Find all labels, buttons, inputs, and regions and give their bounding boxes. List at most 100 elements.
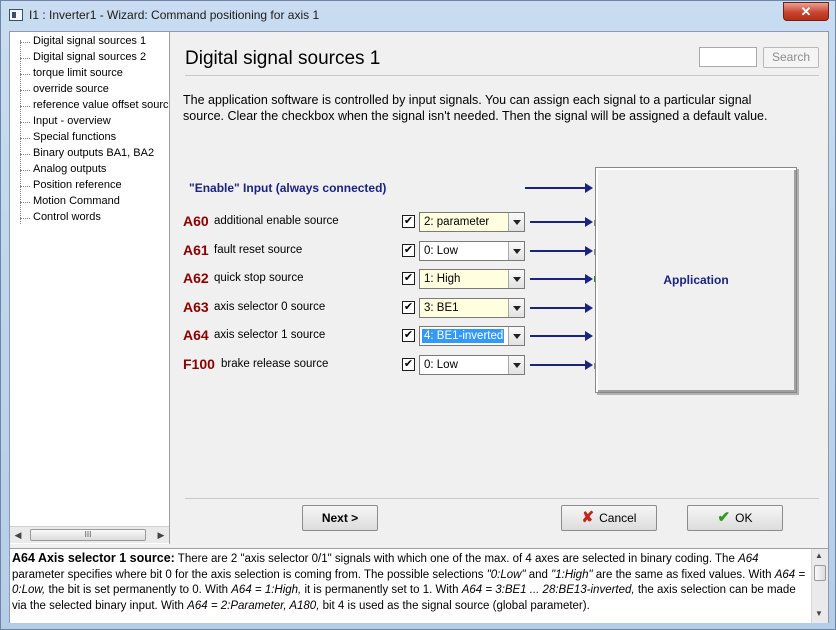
signal-code: A64 bbox=[183, 327, 209, 343]
tree-item-special-functions[interactable]: Special functions bbox=[20, 131, 116, 147]
app-icon bbox=[9, 9, 23, 21]
tree-item-input-overview[interactable]: Input - overview bbox=[20, 115, 111, 131]
scroll-down-icon[interactable]: ▼ bbox=[815, 609, 823, 618]
signal-arrow-head-icon bbox=[585, 217, 593, 227]
signal-source-value: 0: Low bbox=[424, 359, 458, 371]
enable-input-label: "Enable" Input (always connected) bbox=[189, 181, 387, 195]
dialog-client: Digital signal sources 1 Digital signal … bbox=[9, 31, 829, 623]
help-vertical-scrollbar[interactable]: ▲ ▼ bbox=[811, 549, 828, 623]
help-emphasis: "1:High" bbox=[551, 568, 593, 581]
tree-horizontal-scrollbar[interactable]: ◀ III ▶ bbox=[10, 526, 169, 543]
ok-label: OK bbox=[735, 511, 753, 525]
checkmark-icon: ✔ bbox=[717, 509, 731, 526]
close-icon: ✘ bbox=[581, 509, 595, 526]
search-button[interactable]: Search bbox=[763, 47, 819, 68]
help-emphasis: A64 = 2:Parameter, A180, bbox=[187, 599, 320, 612]
signal-code: A60 bbox=[183, 213, 209, 229]
signal-arrow-head-icon bbox=[585, 246, 593, 256]
help-emphasis: A64 bbox=[738, 553, 759, 565]
signal-code: F100 bbox=[183, 356, 215, 372]
help-emphasis: A64 = 1:High, bbox=[231, 584, 302, 596]
signal-enabled-checkbox[interactable]: ✔ bbox=[402, 244, 415, 257]
signal-arrow-line bbox=[530, 307, 586, 309]
signal-source-select[interactable]: 4: BE1-inverted bbox=[419, 326, 525, 346]
help-scroll-thumb[interactable] bbox=[814, 565, 826, 581]
signal-enabled-checkbox[interactable]: ✔ bbox=[402, 272, 415, 285]
signal-source-select[interactable]: 0: Low bbox=[419, 241, 525, 261]
signal-arrow-line bbox=[530, 278, 586, 280]
signal-source-select[interactable]: 3: BE1 bbox=[419, 298, 525, 318]
scroll-thumb[interactable]: III bbox=[30, 529, 146, 541]
signal-enabled-checkbox[interactable]: ✔ bbox=[402, 215, 415, 228]
chevron-down-icon[interactable] bbox=[508, 242, 524, 260]
scroll-up-icon[interactable]: ▲ bbox=[815, 551, 823, 560]
signal-code: A61 bbox=[183, 242, 209, 258]
signal-name: quick stop source bbox=[214, 272, 304, 284]
chevron-down-icon[interactable] bbox=[508, 213, 524, 231]
signal-code: A63 bbox=[183, 299, 209, 315]
cancel-label: Cancel bbox=[599, 511, 637, 525]
ok-button[interactable]: ✔ OK bbox=[687, 505, 783, 531]
title-bar[interactable]: I1 : Inverter1 - Wizard: Command positio… bbox=[1, 1, 835, 29]
chevron-down-icon[interactable] bbox=[508, 299, 524, 317]
application-block: Application bbox=[595, 167, 797, 393]
signal-enabled-checkbox[interactable]: ✔ bbox=[402, 358, 415, 371]
tree-item-digital-signal-sources-1[interactable]: Digital signal sources 1 bbox=[20, 35, 146, 51]
help-segment: There are 2 "axis selector 0/1" signals … bbox=[174, 553, 739, 565]
signal-arrow-head-icon bbox=[585, 331, 593, 341]
chevron-down-icon[interactable] bbox=[508, 270, 524, 288]
page-title: Digital signal sources 1 bbox=[185, 48, 381, 69]
tree-item-position-reference[interactable]: Position reference bbox=[20, 179, 122, 195]
tree-item-analog-outputs[interactable]: Analog outputs bbox=[20, 163, 106, 179]
signal-source-value: 4: BE1-inverted bbox=[421, 328, 505, 344]
close-button[interactable]: ✕ bbox=[783, 2, 829, 21]
button-divider bbox=[185, 498, 819, 499]
main-pane: Digital signal sources 1 Search The appl… bbox=[171, 32, 829, 544]
next-button[interactable]: Next > bbox=[302, 505, 378, 531]
search-input[interactable] bbox=[699, 47, 757, 67]
help-segment: are the same as fixed values. With bbox=[592, 568, 775, 581]
signal-name: brake release source bbox=[221, 358, 329, 370]
window-title: I1 : Inverter1 - Wizard: Command positio… bbox=[29, 8, 320, 22]
tree-item-reference-value-offset-source[interactable]: reference value offset source bbox=[20, 99, 169, 115]
scroll-left-icon[interactable]: ◀ bbox=[12, 529, 24, 541]
signal-arrow-line bbox=[530, 335, 586, 337]
signal-arrow-line bbox=[530, 250, 586, 252]
signal-arrow-line bbox=[530, 364, 586, 366]
enable-arrow-head-icon bbox=[585, 183, 593, 193]
enable-arrow-line bbox=[525, 187, 587, 189]
signal-source-select[interactable]: 0: Low bbox=[419, 355, 525, 375]
signal-name: axis selector 0 source bbox=[214, 301, 326, 313]
signal-arrow-head-icon bbox=[585, 360, 593, 370]
title-divider bbox=[185, 75, 819, 76]
help-segment: bit 4 is used as the signal source (glob… bbox=[319, 599, 590, 612]
tree-item-override-source[interactable]: override source bbox=[20, 83, 109, 99]
chevron-down-icon[interactable] bbox=[508, 356, 524, 374]
application-label: Application bbox=[663, 273, 729, 287]
signal-source-value: 3: BE1 bbox=[424, 302, 459, 314]
signal-arrow-head-icon bbox=[585, 274, 593, 284]
cancel-button[interactable]: ✘ Cancel bbox=[561, 505, 657, 531]
help-emphasis: A64 = 3:BE1 ... 28:BE13-inverted, bbox=[461, 584, 635, 596]
signal-source-select[interactable]: 1: High bbox=[419, 269, 525, 289]
tree-item-digital-signal-sources-2[interactable]: Digital signal sources 2 bbox=[20, 51, 146, 67]
scroll-right-icon[interactable]: ▶ bbox=[155, 529, 167, 541]
navigation-tree: Digital signal sources 1 Digital signal … bbox=[10, 32, 170, 544]
page-description: The application software is controlled b… bbox=[183, 93, 768, 123]
tree-item-motion-command[interactable]: Motion Command bbox=[20, 195, 120, 211]
signal-source-value: 1: High bbox=[424, 273, 461, 285]
tree-item-control-words[interactable]: Control words bbox=[20, 211, 101, 227]
help-segment: it is permanently set to 1. With bbox=[301, 584, 462, 596]
signal-enabled-checkbox[interactable]: ✔ bbox=[402, 329, 415, 342]
chevron-down-icon[interactable] bbox=[508, 327, 524, 345]
signal-source-select[interactable]: 2: parameter bbox=[419, 212, 525, 232]
signal-name: additional enable source bbox=[214, 215, 339, 227]
help-segment: parameter specifies where bit 0 for the … bbox=[12, 568, 487, 581]
signal-enabled-checkbox[interactable]: ✔ bbox=[402, 301, 415, 314]
tree-item-torque-limit-source[interactable]: torque limit source bbox=[20, 67, 123, 83]
wizard-window: I1 : Inverter1 - Wizard: Command positio… bbox=[0, 0, 836, 630]
help-title: A64 Axis selector 1 source: bbox=[12, 551, 175, 565]
tree-item-binary-outputs[interactable]: Binary outputs BA1, BA2 bbox=[20, 147, 154, 163]
signal-name: axis selector 1 source bbox=[214, 329, 326, 341]
help-emphasis: "0:Low" bbox=[486, 568, 526, 581]
